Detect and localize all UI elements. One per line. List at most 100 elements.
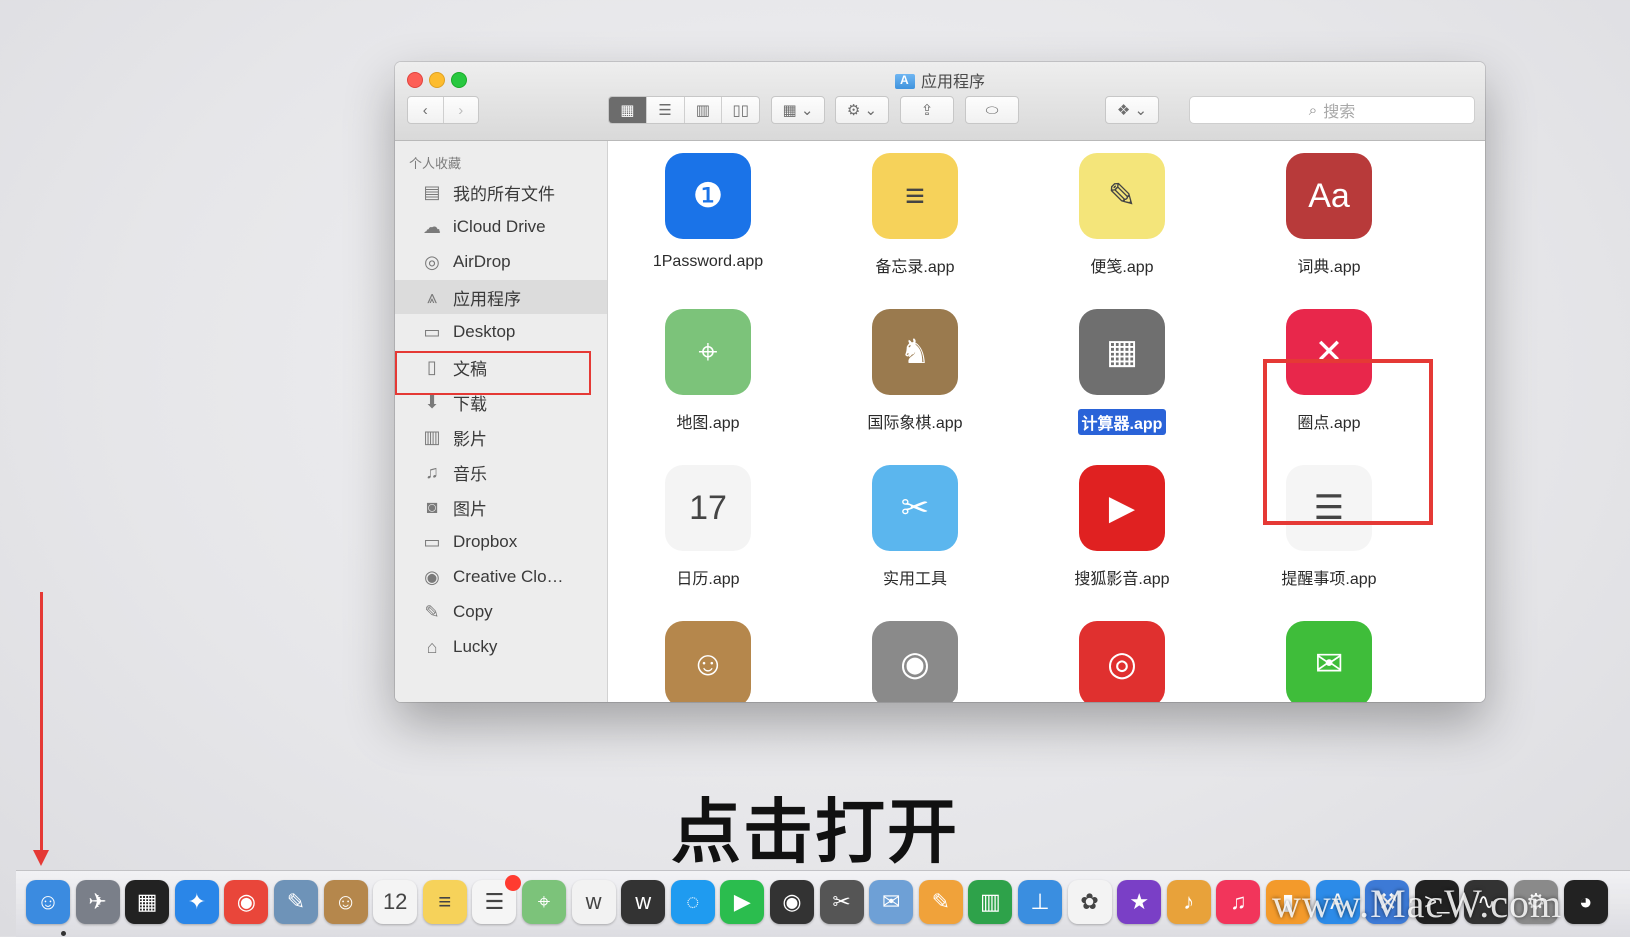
- watermark: www.MacW.com: [1272, 881, 1563, 926]
- reminders-dock-icon[interactable]: ☰: [472, 875, 522, 924]
- app-label: 计算器.app: [1032, 409, 1212, 435]
- app-item[interactable]: ◉: [825, 609, 1005, 702]
- column-view-button[interactable]: ▥: [685, 97, 723, 123]
- coverflow-view-button[interactable]: ▯▯: [722, 97, 759, 123]
- sidebar-item-7[interactable]: ▥ 影片: [395, 420, 607, 454]
- sidebar-item-4[interactable]: ▭ Desktop: [395, 315, 607, 349]
- sidebar-item-9[interactable]: ◙ 图片: [395, 490, 607, 524]
- app-label: 国际象棋.app: [867, 415, 963, 432]
- all-files-icon: ▤: [423, 181, 441, 202]
- sidebar-item-13[interactable]: ⌂ Lucky: [395, 630, 607, 664]
- app-label: 实用工具: [882, 571, 947, 588]
- sidebar-item-1[interactable]: ☁ iCloud Drive: [395, 210, 607, 244]
- tags-button[interactable]: ⬭: [965, 96, 1019, 124]
- airdrop-icon: ◎: [424, 251, 440, 272]
- music-icon: ♫: [425, 461, 439, 482]
- keynote-icon[interactable]: ⊥: [1018, 880, 1062, 924]
- sidebar-item-12[interactable]: ✎ Copy: [395, 595, 607, 629]
- app-label: 1Password.app: [652, 253, 764, 270]
- icon-view-button[interactable]: ▦: [609, 97, 647, 123]
- list-view-button[interactable]: ☰: [647, 97, 685, 123]
- arrange-button[interactable]: ▦ ⌄: [771, 96, 825, 124]
- search-field[interactable]: ⌕ 搜索: [1189, 96, 1475, 124]
- calendar-dock-icon[interactable]: 12: [373, 880, 418, 924]
- app-item[interactable]: ❶ 1Password.app: [618, 141, 798, 291]
- app-label: 日历.app: [676, 571, 740, 588]
- app-item[interactable]: ☺: [618, 609, 798, 702]
- app-item[interactable]: ▦ 计算器.app: [1032, 297, 1212, 447]
- stickies-icon: ✎: [1079, 153, 1165, 239]
- calculator-icon: ▦: [1079, 309, 1165, 395]
- sidebar-item-8[interactable]: ♫ 音乐: [395, 455, 607, 489]
- numbers-icon[interactable]: ▥: [968, 880, 1013, 924]
- folder-icon: ▭: [423, 531, 441, 552]
- app-item[interactable]: ✎ 便笺.app: [1032, 141, 1212, 291]
- app-item[interactable]: Aa 词典.app: [1239, 141, 1419, 291]
- writer-icon[interactable]: w: [571, 880, 616, 924]
- file-grid: ❶ 1Password.app ≡ 备忘录.app ✎ 便笺.app Aa 词典.app ⌖ 地图…: [608, 141, 1485, 702]
- applications-folder-icon: [894, 73, 915, 89]
- photos-icon[interactable]: ✿: [1067, 880, 1112, 924]
- calendar-icon: 17: [665, 465, 751, 551]
- itunes-icon[interactable]: ♫: [1216, 880, 1261, 924]
- qq-icon[interactable]: ◕: [1563, 880, 1608, 924]
- mission-control-icon[interactable]: ▦: [125, 880, 170, 924]
- sidebar-item-label: Lucky: [453, 637, 498, 656]
- launchpad-icon[interactable]: ✈: [75, 880, 120, 924]
- sohu-video-icon: ▶: [1079, 465, 1165, 551]
- safari-icon[interactable]: ✦: [174, 880, 219, 924]
- app-label: 提醒事项.app: [1281, 571, 1377, 588]
- app-item[interactable]: ▶ 搜狐影音.app: [1032, 453, 1212, 603]
- 1password-icon: ❶: [665, 153, 751, 239]
- app-item[interactable]: ≡ 备忘录.app: [825, 141, 1005, 291]
- sidebar: 个人收藏 ▤ 我的所有文件 ☁ iCloud Drive ◎ AirDrop ⩓ 应用程序 ▭ D…: [395, 141, 608, 702]
- app-item[interactable]: ♞ 国际象棋.app: [825, 297, 1005, 447]
- image-capture-icon: ◉: [872, 621, 958, 702]
- facetime-icon[interactable]: ▶: [720, 880, 765, 924]
- app-item[interactable]: ◎: [1032, 609, 1212, 702]
- finder-icon[interactable]: ☺: [26, 880, 70, 924]
- dropbox-button[interactable]: ❖ ⌄: [1105, 96, 1159, 124]
- messages-icon[interactable]: ◌: [670, 880, 715, 924]
- mail-icon[interactable]: ✉: [869, 880, 914, 924]
- action-gear-button[interactable]: ⚙ ⌄: [835, 96, 889, 124]
- photo-booth-icon[interactable]: ◉: [770, 880, 814, 924]
- notes-dock-icon[interactable]: ≡: [422, 880, 467, 924]
- chrome-icon[interactable]: ◉: [224, 880, 269, 924]
- maps-dock-icon[interactable]: ⌖: [522, 880, 566, 924]
- sidebar-item-label: AirDrop: [453, 252, 511, 271]
- app-label: 搜狐影音.app: [1074, 571, 1170, 588]
- contacts-dock-icon[interactable]: ☺: [323, 880, 368, 924]
- garageband-icon[interactable]: ♪: [1166, 880, 1211, 924]
- sidebar-section-favorites: 个人收藏: [409, 156, 462, 171]
- pages-icon[interactable]: ✎: [918, 880, 963, 924]
- app-item[interactable]: ✉: [1239, 609, 1419, 702]
- imovie-icon[interactable]: ★: [1117, 880, 1162, 924]
- share-button[interactable]: ⇪: [900, 96, 954, 124]
- app-item[interactable]: 17 日历.app: [618, 453, 798, 603]
- sidebar-item-0[interactable]: ▤ 我的所有文件: [395, 175, 607, 209]
- app-label: 备忘录.app: [875, 259, 955, 276]
- app-item[interactable]: ⌖ 地图.app: [618, 297, 798, 447]
- sidebar-item-10[interactable]: ▭ Dropbox: [395, 525, 607, 559]
- wechat-icon: ✉: [1286, 621, 1372, 702]
- chess-icon: ♞: [872, 309, 958, 395]
- writer-dark-icon[interactable]: w: [621, 880, 666, 924]
- sidebar-item-2[interactable]: ◎ AirDrop: [395, 245, 607, 279]
- preview-icon[interactable]: ✎: [274, 880, 318, 924]
- final-cut-icon[interactable]: ✂: [819, 880, 864, 924]
- sidebar-item-3[interactable]: ⩓ 应用程序: [395, 280, 607, 314]
- sidebar-item-label: Copy: [453, 602, 493, 621]
- utilities-folder-icon: ✂: [872, 465, 958, 551]
- app-label: 便笺.app: [1090, 259, 1154, 276]
- search-icon: ⌕: [1308, 101, 1318, 119]
- sidebar-item-11[interactable]: ◉ Creative Clo…: [395, 560, 607, 594]
- app-label: 词典.app: [1297, 259, 1361, 276]
- view-mode-segment: ▦ ☰ ▥ ▯▯: [608, 96, 760, 124]
- highlight-box-applications: [395, 351, 591, 395]
- app-item[interactable]: ✂ 实用工具: [825, 453, 1005, 603]
- forward-button[interactable]: ›: [444, 97, 479, 123]
- window-title: 应用程序: [395, 68, 1485, 92]
- back-button[interactable]: ‹: [408, 97, 444, 123]
- finder-running-indicator: [61, 931, 66, 936]
